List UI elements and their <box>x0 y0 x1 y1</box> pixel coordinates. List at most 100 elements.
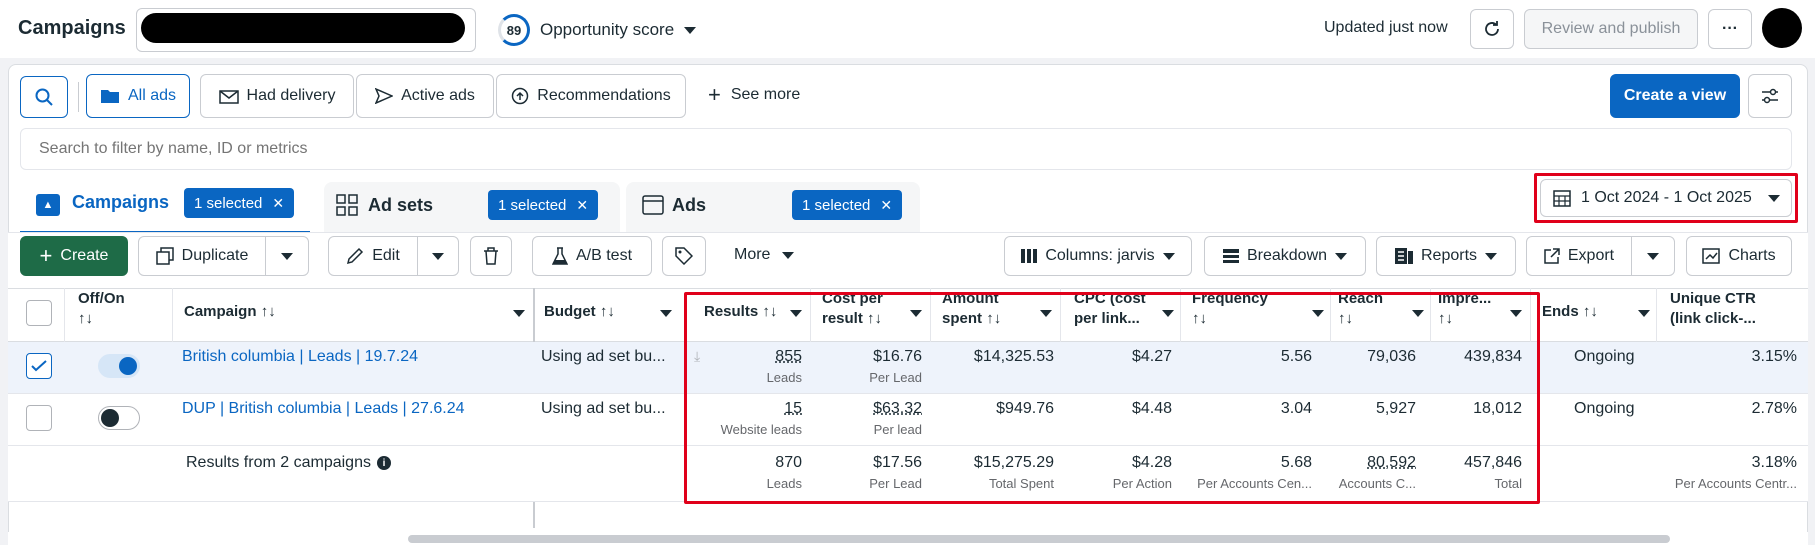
chevron-down-icon[interactable] <box>513 310 525 317</box>
col-header-budget[interactable]: Budget ↑↓ <box>544 302 615 322</box>
col-header-unique-ctr[interactable]: Unique CTR (link click-... <box>1670 289 1756 329</box>
plus-icon: + <box>39 243 53 268</box>
tab-campaigns[interactable]: ▲ Campaigns 1 selected ✕ <box>20 182 310 234</box>
reports-label: Reports <box>1420 247 1478 264</box>
close-icon[interactable]: ✕ <box>576 197 588 214</box>
filter-active-ads[interactable]: Active ads <box>356 74 494 118</box>
chevron-down-icon <box>782 251 795 259</box>
filter-recommendations-label: Recommendations <box>537 87 671 104</box>
see-more-button[interactable]: + See more <box>708 84 801 106</box>
chevron-down-icon <box>1485 252 1498 260</box>
ab-test-button[interactable]: A/B test <box>532 236 652 276</box>
chevron-down-icon <box>281 252 293 260</box>
close-icon[interactable]: ✕ <box>272 195 284 212</box>
export-label: Export <box>1567 247 1615 264</box>
search-icon <box>35 88 53 106</box>
breakdown-button[interactable]: Breakdown <box>1204 236 1366 276</box>
review-publish-button[interactable]: Review and publish <box>1524 9 1698 49</box>
sort-icon: ↑↓ <box>1582 303 1598 320</box>
filter-had-delivery[interactable]: Had delivery <box>200 74 354 118</box>
check-icon <box>31 360 47 372</box>
create-button[interactable]: + Create <box>20 236 128 276</box>
ads-selected-chip[interactable]: 1 selected ✕ <box>792 190 903 220</box>
campaigns-selected-chip[interactable]: 1 selected ✕ <box>184 188 295 218</box>
date-range-picker[interactable]: 1 Oct 2024 - 1 Oct 2025 <box>1540 179 1792 217</box>
campaigns-selected-label: 1 selected <box>194 194 263 212</box>
avatar[interactable] <box>1762 8 1802 48</box>
toggle-knob <box>101 409 119 427</box>
more-options-button[interactable]: ··· <box>1708 9 1752 49</box>
toggle-knob <box>119 357 137 375</box>
view-settings-button[interactable] <box>1748 74 1792 118</box>
export-dropdown[interactable] <box>1631 236 1675 276</box>
account-selector[interactable] <box>136 8 476 52</box>
col-header-off-on[interactable]: Off/On ↑↓ <box>78 289 125 329</box>
more-actions-label: More <box>734 246 771 263</box>
select-all-checkbox[interactable] <box>26 300 52 326</box>
upgrade-icon <box>512 87 529 105</box>
breakdown-icon <box>1222 249 1239 263</box>
totals-label-text: Results from 2 campaigns <box>186 454 371 471</box>
chevron-down-icon <box>1647 252 1659 260</box>
filter-active-ads-label: Active ads <box>401 87 475 104</box>
duplicate-button[interactable]: Duplicate <box>138 236 266 276</box>
chevron-down-icon[interactable] <box>660 310 672 317</box>
col-budget-label: Budget <box>544 303 596 320</box>
opportunity-score-ring: 89 <box>498 14 530 46</box>
chevron-down-icon <box>684 26 697 34</box>
unique-ctr-value: 3.15% <box>1751 348 1797 365</box>
chart-line-icon <box>1702 248 1721 264</box>
filter-all-ads-label: All ads <box>127 87 177 104</box>
charts-button[interactable]: Charts <box>1686 236 1792 276</box>
col-header-campaign[interactable]: Campaign ↑↓ <box>184 302 276 322</box>
chevron-down-icon[interactable] <box>1638 310 1650 317</box>
duplicate-dropdown[interactable] <box>265 236 309 276</box>
pencil-icon <box>347 247 364 265</box>
campaign-toggle[interactable] <box>98 354 140 378</box>
grid-icon <box>336 194 358 216</box>
tag-button[interactable] <box>662 236 706 276</box>
row-checkbox[interactable] <box>26 353 52 379</box>
ad-sets-selected-chip[interactable]: 1 selected ✕ <box>488 190 599 220</box>
delete-button[interactable] <box>470 236 512 276</box>
totals-label: Results from 2 campaigns i <box>186 454 391 472</box>
col-header-ends[interactable]: Ends ↑↓ <box>1542 302 1598 322</box>
export-button[interactable]: Export <box>1526 236 1632 276</box>
filter-recommendations[interactable]: Recommendations <box>496 74 686 118</box>
filter-all-ads[interactable]: All ads <box>86 74 190 118</box>
campaign-name-link[interactable]: British columbia | Leads | 19.7.24 <box>182 348 418 366</box>
metrics-highlight <box>684 292 1540 504</box>
chevron-down-icon <box>1335 252 1348 260</box>
filter-had-delivery-label: Had delivery <box>246 87 336 104</box>
export-icon <box>1544 248 1560 264</box>
edit-dropdown[interactable] <box>417 236 459 276</box>
columns-button[interactable]: Columns: jarvis <box>1004 236 1192 276</box>
budget-cell: Using ad set bu... <box>541 348 666 365</box>
campaign-toggle[interactable] <box>98 406 140 430</box>
search-input[interactable] <box>20 128 1792 170</box>
folder-icon <box>100 90 119 103</box>
tab-ads[interactable]: Ads 1 selected ✕ <box>626 182 920 234</box>
close-icon[interactable]: ✕ <box>880 197 892 214</box>
row-checkbox[interactable] <box>26 405 52 431</box>
ads-selected-label: 1 selected <box>802 196 871 214</box>
opportunity-score-dropdown[interactable]: 89 Opportunity score <box>498 14 697 46</box>
refresh-button[interactable] <box>1470 9 1514 49</box>
campaign-name-link[interactable]: DUP | British columbia | Leads | 27.6.24 <box>182 400 465 418</box>
columns-icon <box>1021 249 1038 263</box>
campaigns-flag-icon: ▲ <box>36 194 60 216</box>
horizontal-scrollbar-thumb[interactable] <box>408 535 1670 543</box>
info-icon[interactable]: i <box>376 456 391 470</box>
ends-value: Ongoing <box>1574 400 1635 417</box>
reports-button[interactable]: Reports <box>1376 236 1516 276</box>
tab-ad-sets[interactable]: Ad sets 1 selected ✕ <box>324 182 620 234</box>
more-actions-button[interactable]: More <box>734 246 795 264</box>
horizontal-scrollbar-track[interactable] <box>8 532 1808 545</box>
see-more-label: See more <box>730 86 801 103</box>
create-view-button[interactable]: Create a view <box>1610 74 1740 118</box>
budget-cell: Using ad set bu... <box>541 400 666 417</box>
ad-window-icon <box>642 195 664 215</box>
create-label: Create <box>60 247 109 264</box>
search-toggle-button[interactable] <box>20 76 68 118</box>
edit-button[interactable]: Edit <box>328 236 418 276</box>
